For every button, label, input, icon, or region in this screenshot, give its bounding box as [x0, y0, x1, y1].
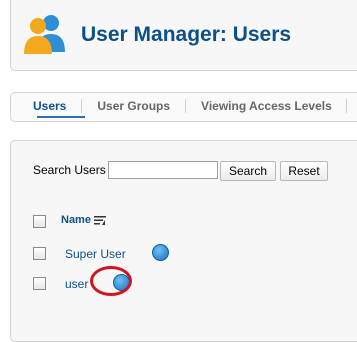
user-name-link[interactable]: user [65, 277, 88, 291]
name-column-header[interactable]: Name [61, 214, 91, 226]
header-panel: User Manager: Users [10, 0, 357, 71]
reset-button[interactable]: Reset [280, 161, 328, 181]
tab-viewing-access-levels[interactable]: Viewing Access Levels [185, 99, 347, 113]
table-row: Super User [33, 244, 357, 268]
search-button[interactable]: Search [220, 161, 276, 181]
users-list-panel: Search Users Search Reset Name Super Use… [10, 140, 357, 342]
link-icon[interactable] [152, 244, 169, 261]
users-logo-icon [24, 15, 65, 54]
search-label: Search Users [33, 163, 106, 177]
table-header: Name [33, 213, 357, 233]
sort-ascending-icon[interactable] [93, 213, 107, 227]
row-checkbox[interactable] [33, 277, 46, 290]
user-name-link[interactable]: Super User [65, 247, 126, 261]
page-title: User Manager: Users [81, 23, 292, 46]
search-input[interactable] [108, 161, 218, 179]
row-checkbox[interactable] [33, 247, 46, 260]
highlight-ring-annotation [90, 266, 132, 296]
tabs-bar: Users User Groups Viewing Access Levels [10, 92, 357, 122]
tab-divider [346, 99, 347, 113]
tab-users[interactable]: Users [21, 99, 81, 113]
table-row: user [33, 274, 357, 298]
tab-user-groups[interactable]: User Groups [81, 99, 185, 113]
active-tab-underline [37, 116, 85, 118]
select-all-checkbox[interactable] [33, 215, 46, 228]
